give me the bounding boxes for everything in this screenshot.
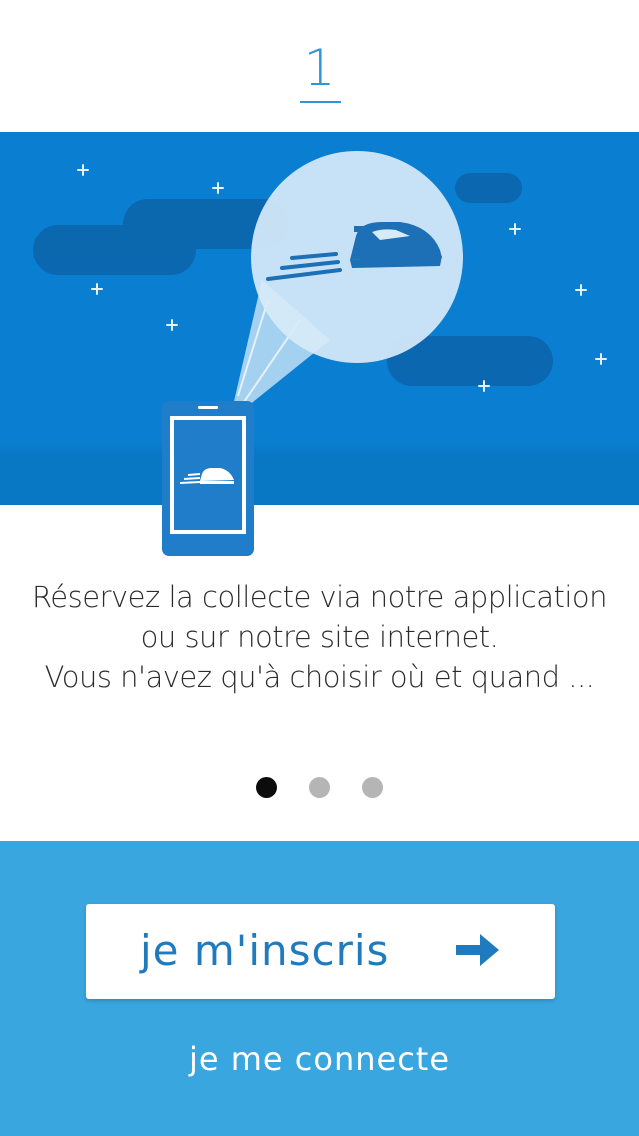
page-dot-1[interactable] bbox=[255, 777, 277, 798]
page-dot-2[interactable] bbox=[309, 777, 330, 798]
page-dot-3[interactable] bbox=[362, 777, 384, 798]
page-indicator bbox=[0, 777, 639, 801]
caption-line-3: Vous n'avez qu'à choisir où et quand ... bbox=[44, 660, 595, 694]
signup-button[interactable]: je m'inscris bbox=[86, 904, 555, 999]
caption-text: Réservez la collecte via notre applicati… bbox=[0, 577, 639, 697]
phone-icon bbox=[162, 401, 254, 556]
arrow-right-icon bbox=[456, 934, 499, 966]
caption-line-2: ou sur notre site internet. bbox=[140, 620, 499, 654]
login-link[interactable]: je me connecte bbox=[0, 1037, 639, 1081]
signup-label: je m'inscris bbox=[140, 926, 390, 975]
caption-line-1: Réservez la collecte via notre applicati… bbox=[31, 580, 608, 614]
hero-illustration bbox=[33, 151, 607, 556]
bottom-panel: je m'inscris je me connecte bbox=[0, 841, 639, 1136]
